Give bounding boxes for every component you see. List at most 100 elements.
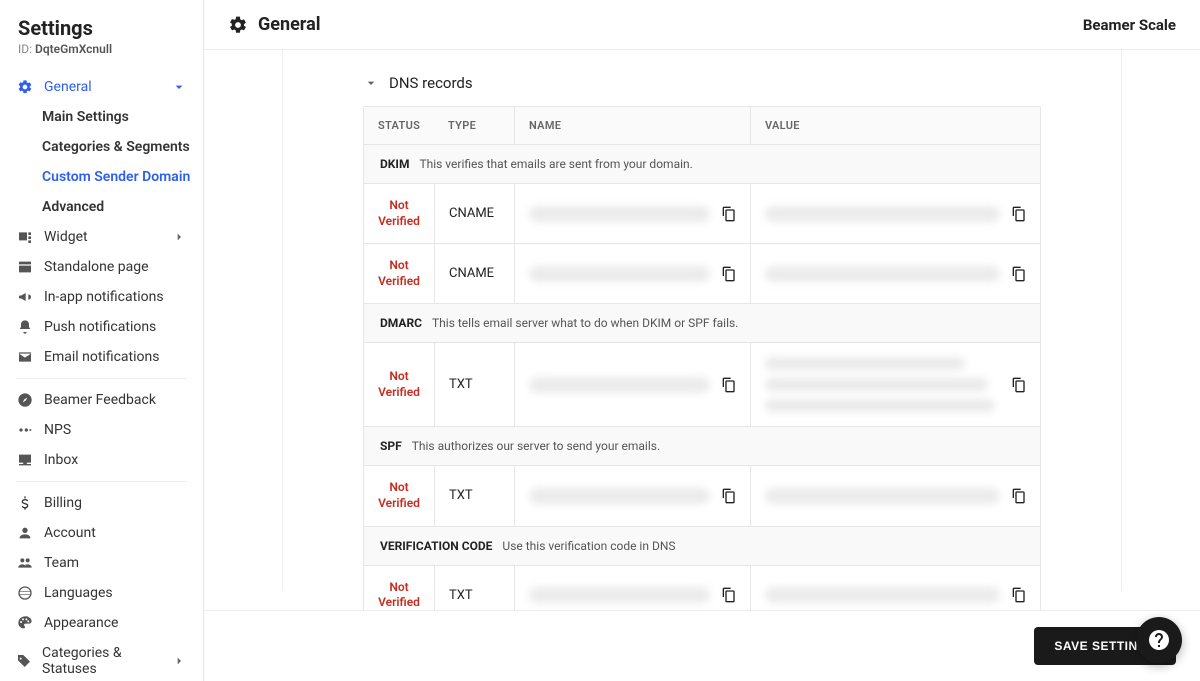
sidebar-item-label: Standalone page	[44, 259, 149, 275]
sidebar-item-label: NPS	[44, 422, 71, 438]
status-badge: NotVerified	[378, 369, 420, 400]
sidebar-item-inapp[interactable]: In-app notifications	[0, 282, 203, 312]
topbar: General Beamer Scale	[204, 0, 1200, 50]
sidebar-item-languages[interactable]: Languages	[0, 578, 203, 608]
col-header-status: STATUS	[364, 107, 434, 144]
dns-table: STATUS TYPE NAME VALUE DKIMThis verifies…	[363, 106, 1041, 626]
record-type: TXT	[449, 377, 473, 392]
copy-value-button[interactable]	[1010, 206, 1026, 222]
copy-name-button[interactable]	[720, 587, 736, 603]
sidebar-item-label: In-app notifications	[44, 289, 164, 305]
group-desc: This authorizes our server to send your …	[412, 439, 660, 453]
sidebar-item-feedback[interactable]: Beamer Feedback	[0, 385, 203, 415]
col-header-name: NAME	[514, 107, 750, 144]
sidebar-item-label: Languages	[44, 585, 113, 601]
redacted-name	[529, 266, 710, 282]
page-title: General	[258, 14, 321, 35]
dns-group-verification: VERIFICATION CODE Use this verification c…	[364, 527, 1040, 566]
copy-name-button[interactable]	[720, 266, 736, 282]
copy-value-button[interactable]	[1010, 488, 1026, 504]
sidebar-item-label: Email notifications	[44, 349, 159, 365]
dns-section-toggle[interactable]: DNS records	[363, 74, 1041, 92]
dns-group-dkim: DKIM This verifies that emails are sent f…	[364, 145, 1040, 184]
group-desc: This tells email server what to do when …	[432, 316, 738, 330]
product-id: ID: DqteGmXcnull	[18, 42, 185, 56]
sidebar-item-label: Appearance	[44, 615, 118, 631]
col-header-value: VALUE	[750, 107, 1040, 144]
copy-value-button[interactable]	[1010, 377, 1026, 393]
group-title: DKIM	[380, 157, 409, 171]
sidebar-item-email-notif[interactable]: Email notifications	[0, 342, 203, 372]
sidebar-item-account[interactable]: Account	[0, 518, 203, 548]
brand-plan: Beamer Scale	[1083, 16, 1176, 34]
redacted-value	[765, 357, 1000, 412]
inbox-icon	[16, 452, 34, 468]
group-desc: This verifies that emails are sent from …	[419, 157, 692, 171]
sidebar-item-inbox[interactable]: Inbox	[0, 445, 203, 475]
sidebar-item-label: Billing	[44, 495, 82, 511]
sidebar-subitem-advanced[interactable]: Advanced	[42, 192, 203, 222]
team-icon	[16, 555, 34, 571]
chevron-right-icon	[171, 229, 187, 245]
sidebar-item-team[interactable]: Team	[0, 548, 203, 578]
sidebar-subitem-main-settings[interactable]: Main Settings	[42, 102, 203, 132]
window-icon	[16, 259, 34, 275]
help-bubble[interactable]	[1136, 617, 1182, 663]
dollar-icon	[16, 495, 34, 511]
sidebar-item-label: Team	[44, 555, 79, 571]
globe-icon	[16, 585, 34, 601]
settings-title: Settings	[18, 16, 185, 40]
dns-row: NotVerified CNAME	[364, 244, 1040, 304]
sidebar-item-label: Push notifications	[44, 319, 156, 335]
group-title: DMARC	[380, 316, 422, 330]
redacted-name	[529, 488, 710, 504]
sidebar-item-nps[interactable]: NPS	[0, 415, 203, 445]
sidebar-item-standalone[interactable]: Standalone page	[0, 252, 203, 282]
sidebar-item-label: Categories & Statuses	[42, 645, 161, 677]
chevron-down-icon	[171, 79, 187, 95]
mail-icon	[16, 349, 34, 365]
record-type: TXT	[449, 488, 473, 503]
sidebar-item-label: Inbox	[44, 452, 78, 468]
redacted-name	[529, 377, 710, 393]
sidebar-item-widget[interactable]: Widget	[0, 222, 203, 252]
record-type: TXT	[449, 588, 473, 603]
status-badge: NotVerified	[378, 198, 420, 229]
gear-icon	[16, 79, 34, 95]
megaphone-icon	[16, 289, 34, 305]
record-type: CNAME	[449, 206, 494, 221]
redacted-value	[765, 488, 1000, 504]
copy-value-button[interactable]	[1010, 266, 1026, 282]
copy-name-button[interactable]	[720, 488, 736, 504]
widget-icon	[16, 229, 34, 245]
sidebar-item-billing[interactable]: Billing	[0, 488, 203, 518]
sidebar-subitem-custom-sender[interactable]: Custom Sender Domain	[42, 162, 203, 192]
sidebar-item-categories-statuses[interactable]: Categories & Statuses	[0, 638, 203, 681]
dns-row: NotVerifiedTXT	[364, 466, 1040, 526]
tags-icon	[16, 653, 32, 669]
sidebar-item-appearance[interactable]: Appearance	[0, 608, 203, 638]
bell-icon	[16, 319, 34, 335]
copy-name-button[interactable]	[720, 206, 736, 222]
copy-value-button[interactable]	[1010, 587, 1026, 603]
dns-group-spf: SPF This authorizes our server to send yo…	[364, 427, 1040, 466]
status-badge: NotVerified	[378, 258, 420, 289]
copy-name-button[interactable]	[720, 377, 736, 393]
section-title: DNS records	[389, 74, 473, 92]
sidebar: Settings ID: DqteGmXcnull General Main S…	[0, 0, 204, 681]
redacted-value	[765, 587, 1000, 603]
group-title: VERIFICATION CODE	[380, 539, 492, 553]
sidebar-item-label: Widget	[44, 229, 88, 245]
sidebar-item-push[interactable]: Push notifications	[0, 312, 203, 342]
gear-icon	[228, 15, 248, 35]
palette-icon	[16, 615, 34, 631]
dns-row: NotVerified CNAME	[364, 184, 1040, 244]
sidebar-subitem-categories-segments[interactable]: Categories & Segments	[42, 132, 203, 162]
record-type: CNAME	[449, 266, 494, 281]
group-title: SPF	[380, 439, 402, 453]
sidebar-item-general[interactable]: General	[0, 72, 203, 102]
dns-group-dmarc: DMARC This tells email server what to do …	[364, 304, 1040, 343]
group-desc: Use this verification code in DNS	[502, 539, 675, 553]
redacted-name	[529, 587, 710, 603]
footer: SAVE SETTINGS	[204, 610, 1200, 681]
